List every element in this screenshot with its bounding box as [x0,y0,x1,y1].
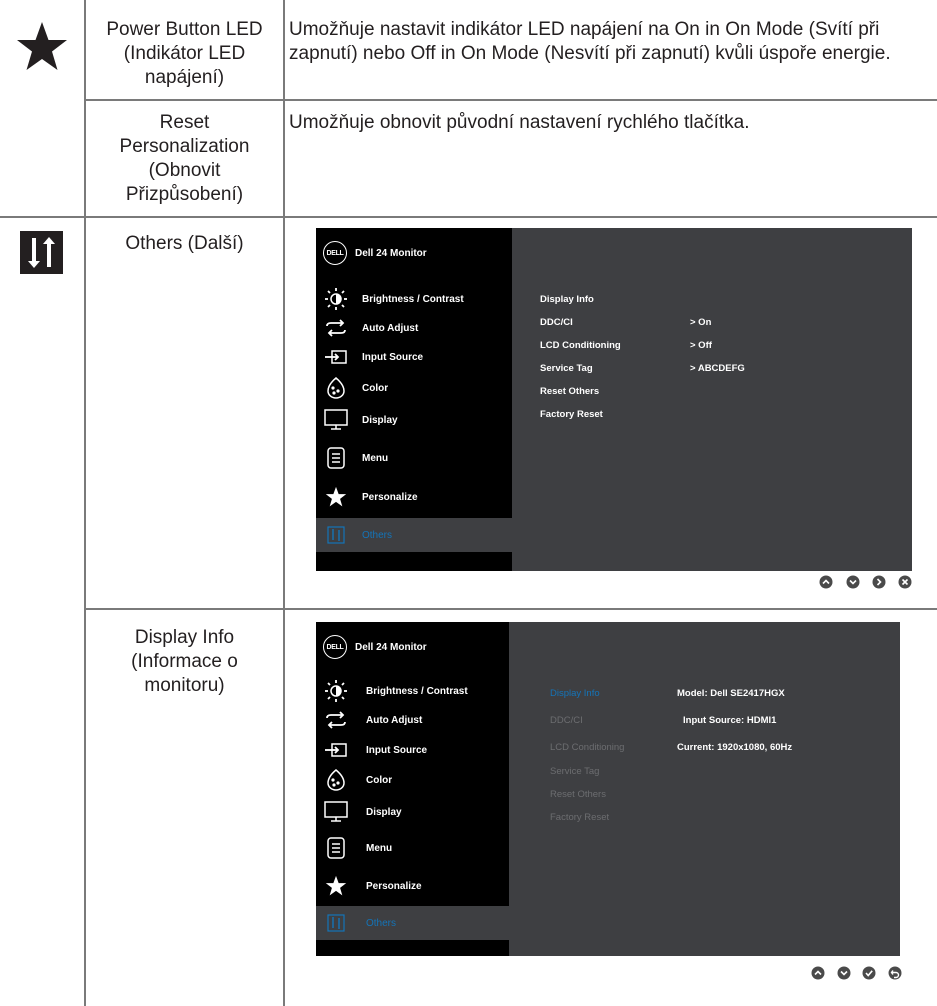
info-input-source: Input Source: HDMI1 [683,715,777,726]
submenu-ddc-ci-value: > On [690,317,712,328]
submenu-lcd-conditioning[interactable]: LCD Conditioning [550,742,624,753]
display-icon [324,408,348,432]
menu-label: Menu [366,842,393,854]
osd-title: Dell 24 Monitor [355,641,427,653]
submenu-reset-others[interactable]: Reset Others [550,789,606,800]
check-icon[interactable] [862,966,876,980]
submenu-service-tag[interactable]: Service Tag [540,363,593,374]
menu-item-input-source[interactable]: Input Source [316,733,509,767]
menu-label: Menu [362,452,389,464]
menu-label: Personalize [362,491,418,503]
menu-item-display[interactable]: Display [316,795,509,829]
osd-title: Dell 24 Monitor [355,247,427,259]
dell-logo: DELL [323,635,347,659]
others-label: Others (Další) [125,233,244,254]
osd-display-info: DELL Dell 24 Monitor Brightness / Contra… [316,622,900,956]
menu-item-menu[interactable]: Menu [316,441,512,475]
others-sliders-icon [20,231,63,274]
others-icon [324,523,348,547]
dell-logo: DELL [323,241,347,265]
menu-label: Display [362,414,398,426]
submenu-display-info[interactable]: Display Info [550,688,600,699]
menu-item-personalize[interactable]: Personalize [316,869,509,903]
submenu-service-tag[interactable]: Service Tag [550,766,599,777]
menu-item-others[interactable]: Others [316,518,512,552]
info-current-resolution: Current: 1920x1080, 60Hz [677,742,793,753]
menu-label: Input Source [366,744,428,756]
menu-icon [324,446,348,470]
submenu-reset-others[interactable]: Reset Others [540,386,599,397]
menu-item-personalize[interactable]: Personalize [316,480,512,514]
star-icon [15,20,69,74]
others-icon [324,911,348,935]
osd-right-panel: Display Info DDC/CI LCD Conditioning Ser… [509,622,900,956]
osd-right-panel: Display Info DDC/CI > On LCD Conditionin… [512,228,912,571]
menu-item-color[interactable]: Color [316,763,509,797]
menu-item-auto-adjust[interactable]: Auto Adjust [316,703,509,737]
display-icon [324,800,348,824]
menu-item-input-source[interactable]: Input Source [316,340,512,374]
menu-label: Others [366,917,397,929]
input-source-icon [324,345,348,369]
submenu-ddc-ci[interactable]: DDC/CI [550,715,583,726]
menu-label: Display [366,806,402,818]
osd-header: DELL Dell 24 Monitor [323,632,427,662]
row-divider-3 [84,608,937,610]
menu-item-color[interactable]: Color [316,371,512,405]
menu-label: Others [362,529,393,541]
reset-personalization-label: Reset Personalization (Obnovit Přizpůsob… [119,112,250,205]
color-icon [324,768,348,792]
menu-label: Brightness / Contrast [362,293,464,305]
menu-label: Brightness / Contrast [366,685,468,697]
row-divider-1 [84,99,937,101]
close-icon[interactable] [898,575,912,589]
menu-label: Auto Adjust [362,322,419,334]
menu-item-menu[interactable]: Menu [316,831,509,865]
submenu-factory-reset[interactable]: Factory Reset [550,812,609,823]
back-icon[interactable] [888,966,902,980]
brightness-icon [324,287,348,311]
star-icon [324,874,348,898]
brightness-icon [324,679,348,703]
auto-adjust-icon [324,708,348,732]
up-icon[interactable] [811,966,825,980]
osd-header: DELL Dell 24 Monitor [323,238,427,268]
menu-label: Auto Adjust [366,714,423,726]
submenu-display-info[interactable]: Display Info [540,294,594,305]
info-model: Model: Dell SE2417HGX [677,688,785,699]
up-icon[interactable] [819,575,833,589]
menu-item-display[interactable]: Display [316,403,512,437]
down-icon[interactable] [837,966,851,980]
menu-icon [324,836,348,860]
star-icon [324,485,348,509]
column-divider-right [283,0,285,1006]
submenu-ddc-ci[interactable]: DDC/CI [540,317,573,328]
menu-label: Color [366,774,393,786]
submenu-lcd-conditioning-value: > Off [690,340,712,351]
power-button-led-description: Umožňuje nastavit indikátor LED napájení… [289,19,891,64]
menu-label: Personalize [366,880,422,892]
input-source-icon [324,738,348,762]
reset-personalization-description: Umožňuje obnovit původní nastavení rychl… [289,112,750,133]
down-icon[interactable] [846,575,860,589]
auto-adjust-icon [324,316,348,340]
osd-left-panel: DELL Dell 24 Monitor Brightness / Contra… [316,622,509,956]
menu-item-others[interactable]: Others [316,906,509,940]
menu-label: Color [362,382,389,394]
submenu-service-tag-value: > ABCDEFG [690,363,745,374]
menu-label: Input Source [362,351,424,363]
display-info-label: Display Info (Informace o monitoru) [131,627,238,696]
right-icon[interactable] [872,575,886,589]
submenu-lcd-conditioning[interactable]: LCD Conditioning [540,340,621,351]
osd-left-panel: DELL Dell 24 Monitor Brightness / Contra… [316,228,512,571]
row-divider-2 [0,216,937,218]
color-icon [324,376,348,400]
submenu-factory-reset[interactable]: Factory Reset [540,409,603,420]
osd-others-menu: DELL Dell 24 Monitor Brightness / Contra… [316,228,912,571]
power-button-led-label: Power Button LED (Indikátor LED napájení… [106,19,263,88]
